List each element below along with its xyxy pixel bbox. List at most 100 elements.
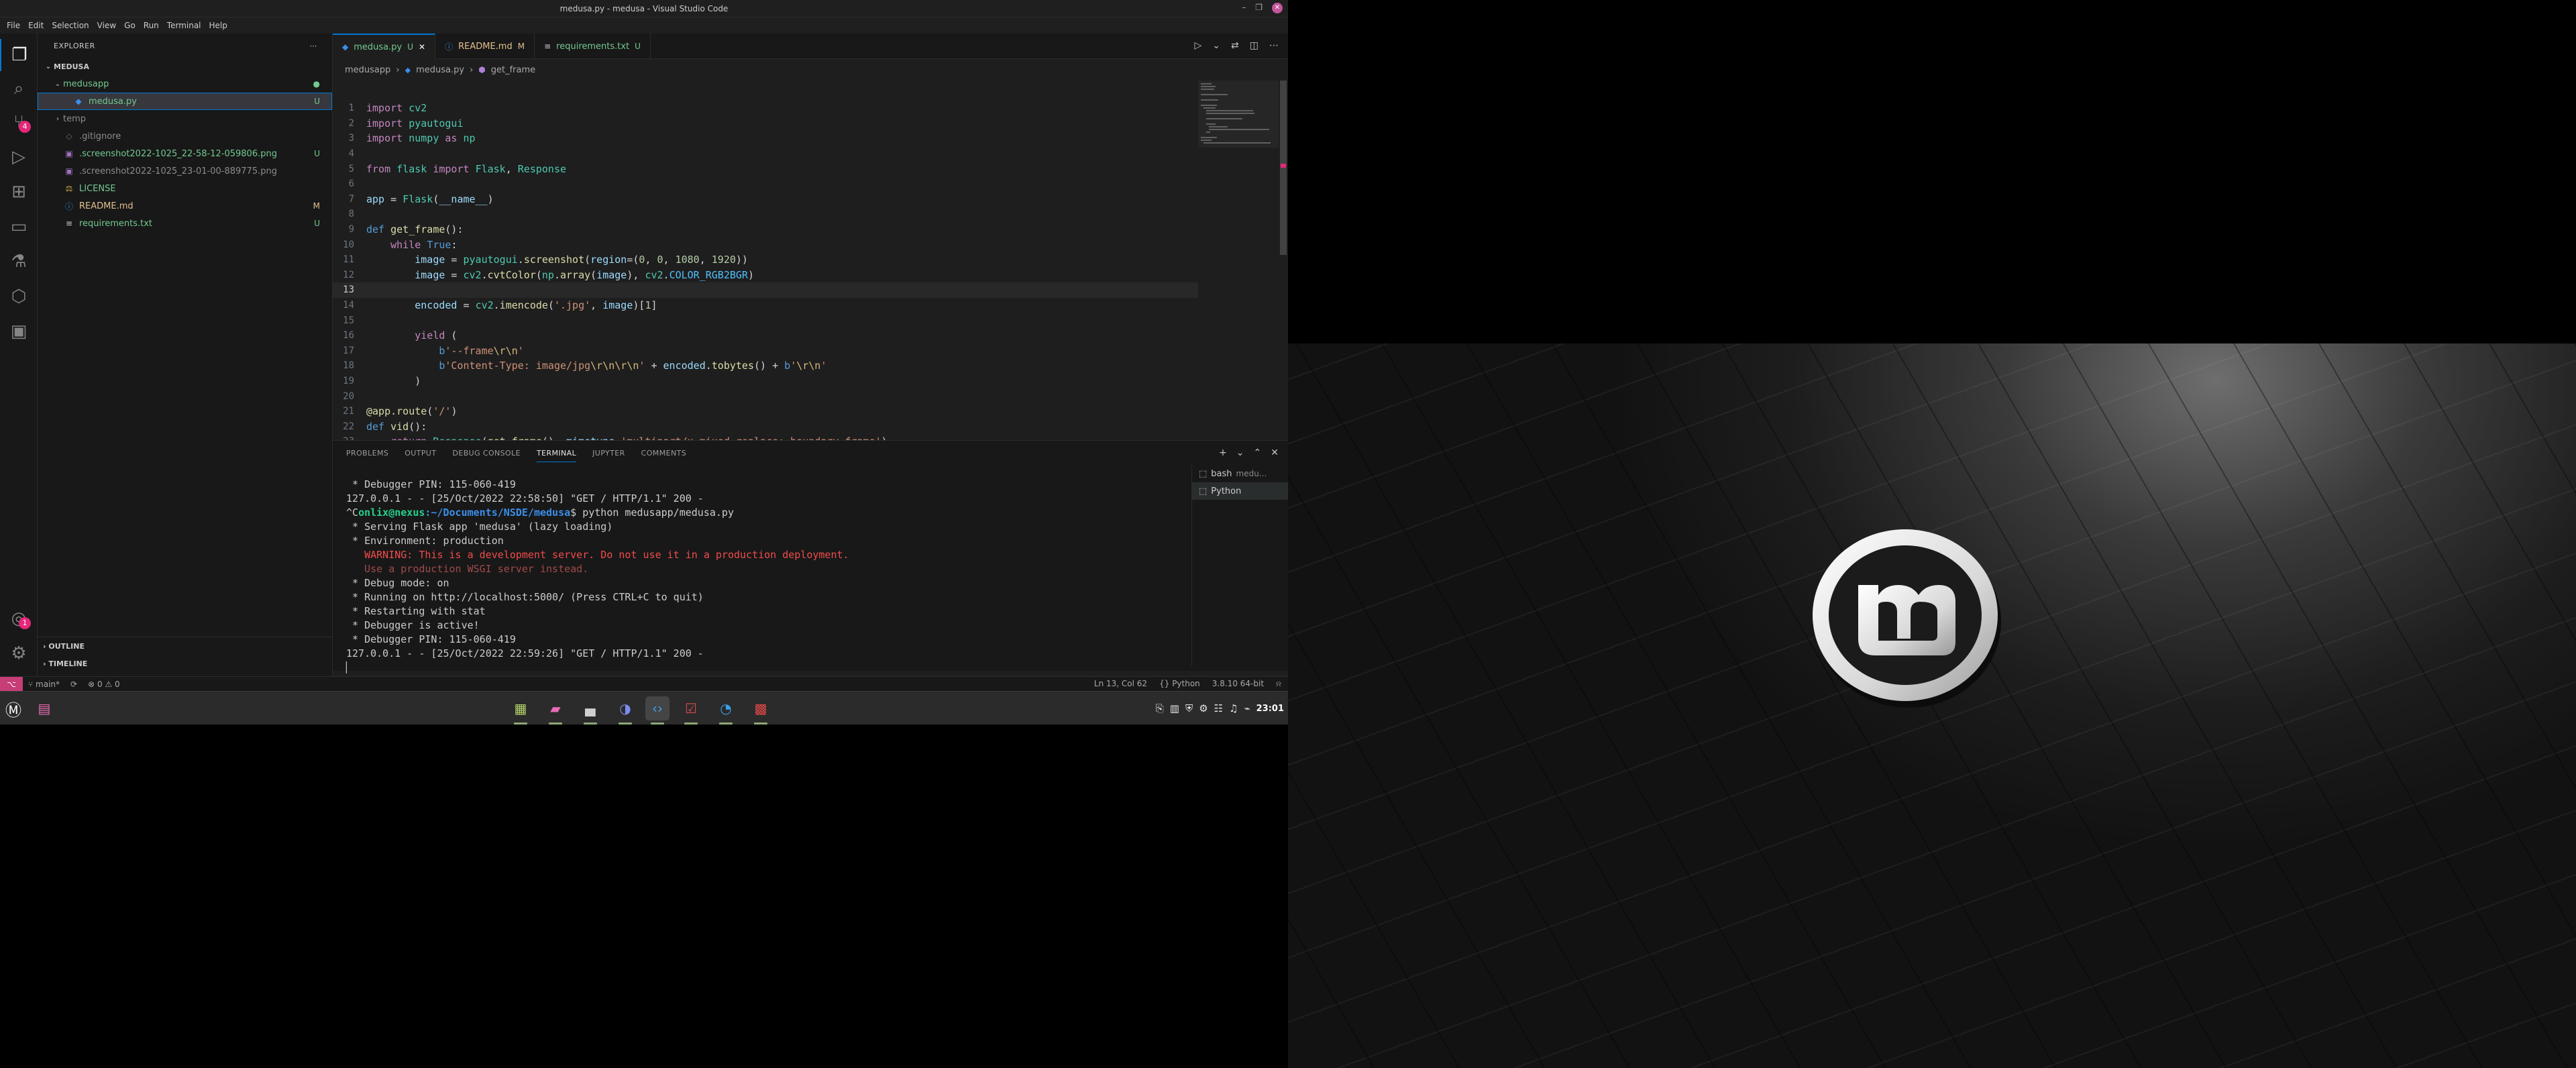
terminal-app-icon[interactable]: ▄ [578, 696, 602, 725]
close-icon[interactable]: ✕ [1272, 3, 1283, 13]
files-icon[interactable]: ▰ [543, 696, 568, 725]
settings-gear-icon[interactable]: ⚙ [0, 637, 38, 670]
code-line[interactable]: 18 b'Content-Type: image/jpg\r\n\r\n' + … [333, 358, 1198, 374]
browser-icon[interactable]: ◔ [714, 696, 738, 725]
language-mode[interactable]: {} Python [1159, 679, 1200, 689]
code-line[interactable]: 1 import cv2 [333, 101, 1198, 116]
menu-item-help[interactable]: Help [205, 21, 231, 30]
explorer-icon[interactable]: ❐ [0, 39, 38, 71]
menu-item-edit[interactable]: Edit [24, 21, 48, 30]
code-line[interactable]: 7 app = Flask(__name__) [333, 192, 1198, 207]
explorer-file[interactable]: ⓘ README.md M [38, 197, 332, 215]
source-control-icon[interactable]: ⑂ 4 [0, 106, 38, 138]
breadcrumb-item[interactable]: medusa.py [416, 65, 464, 75]
code-line[interactable]: 2 import pyautogui [333, 116, 1198, 131]
close-panel-icon[interactable]: ✕ [1271, 447, 1279, 458]
chevron-down-icon[interactable]: ⌄ [1236, 447, 1244, 458]
code-line[interactable]: 4 [333, 146, 1198, 162]
code-line[interactable]: 11 image = pyautogui.screenshot(region=(… [333, 252, 1198, 268]
panel-tab-problems[interactable]: PROBLEMS [346, 449, 388, 458]
todo-app-icon[interactable]: ☑ [679, 696, 703, 725]
run-python-icon[interactable]: ▷ [1195, 40, 1202, 51]
cursor-position[interactable]: Ln 13, Col 62 [1094, 679, 1147, 689]
minimize-icon[interactable]: – [1242, 3, 1246, 13]
timeline-section[interactable]: › TIMELINE [38, 655, 333, 672]
explorer-file[interactable]: ◆ medusa.py U [38, 93, 332, 110]
code-line[interactable]: 5 from flask import Flask, Response [333, 161, 1198, 176]
code-line[interactable]: 6 [333, 176, 1198, 192]
sync-status[interactable]: ⟳ [65, 680, 83, 689]
code-line[interactable]: 8 [333, 207, 1198, 222]
code-line[interactable]: 15 [333, 313, 1198, 328]
clock[interactable]: 23:01 [1256, 704, 1284, 714]
wifi-icon[interactable]: ☷ [1214, 702, 1223, 714]
code-line[interactable]: 17 b'--frame\r\n' [333, 343, 1198, 359]
explorer-file[interactable]: ≡ requirements.txt U [38, 215, 332, 232]
explorer-file[interactable]: ⚖ LICENSE [38, 180, 332, 197]
show-desktop-icon[interactable]: ▤ [32, 696, 56, 720]
tab-requirements-txt[interactable]: ≡ requirements.txt U [535, 34, 651, 59]
screenshot-tool-icon[interactable]: ▩ [749, 696, 773, 725]
explorer-folder[interactable]: ⌄ medusapp ● [38, 75, 332, 93]
open-changes-icon[interactable]: ⇄ [1231, 40, 1239, 51]
menu-item-go[interactable]: Go [120, 21, 140, 30]
code-line[interactable]: 23 return Response(get_frame(), mimetype… [333, 434, 1198, 440]
jupyter-icon[interactable]: ⬡ [0, 280, 38, 313]
terminal-instance[interactable]: ⬚ Python [1192, 482, 1288, 500]
menu-item-selection[interactable]: Selection [48, 21, 93, 30]
breadcrumb-item[interactable]: medusapp [345, 65, 390, 75]
tab-readme-md[interactable]: ⓘ README.md M [435, 34, 535, 59]
panel-tab-comments[interactable]: COMMENTS [641, 449, 686, 458]
terminal-instance[interactable]: ⬚ bash medu... [1192, 465, 1288, 482]
code-line[interactable]: 9 def get_frame(): [333, 222, 1198, 237]
scrollbar-thumb[interactable] [1280, 81, 1287, 255]
volume-icon[interactable]: ♫ [1229, 702, 1238, 714]
editor-scrollbar[interactable] [1279, 81, 1288, 440]
maximize-icon[interactable]: ❐ [1255, 3, 1263, 13]
accounts-icon[interactable]: ◎ 1 [0, 602, 38, 635]
split-editor-icon[interactable]: ◫ [1250, 40, 1258, 51]
code-editor[interactable]: 1 import cv2 2 import pyautogui 3 import nump… [333, 81, 1198, 440]
explorer-file[interactable]: ▣ .screenshot2022-1025_22-58-12-059806.pn… [38, 145, 332, 162]
run-debug-icon[interactable]: ▷ [0, 141, 38, 173]
panel-tab-jupyter[interactable]: JUPYTER [592, 449, 625, 458]
chevron-down-icon[interactable]: ⌄ [1212, 40, 1220, 51]
explorer-folder[interactable]: › temp [38, 110, 332, 127]
code-line[interactable]: 3 import numpy as np [333, 131, 1198, 146]
menu-item-view[interactable]: View [93, 21, 120, 30]
explorer-file[interactable]: ▣ .screenshot2022-1025_23-01-00-889775.pn… [38, 162, 332, 180]
testing-icon[interactable]: ⚗ [0, 246, 38, 278]
system-monitor-icon[interactable]: ▦ [508, 696, 533, 725]
clipboard-icon[interactable]: ⎘ [1156, 702, 1164, 714]
vscode-icon[interactable]: ‹› [645, 696, 669, 725]
explorer-file[interactable]: ◇ .gitignore [38, 127, 332, 145]
menu-mint-icon[interactable]: Ⓜ [1, 696, 25, 720]
code-line[interactable]: 13 [333, 282, 1198, 298]
docker-icon[interactable]: ▣ [0, 315, 38, 348]
notifications-bell-icon[interactable]: ⍾ [1276, 679, 1281, 689]
code-line[interactable]: 20 [333, 388, 1198, 404]
settings-tray-icon[interactable]: ⚙ [1199, 702, 1208, 714]
remote-indicator[interactable]: ⌥ [0, 676, 23, 692]
code-line[interactable]: 22 def vid(): [333, 419, 1198, 435]
code-line[interactable]: 19 ) [333, 374, 1198, 389]
more-actions-icon[interactable]: ⋯ [310, 42, 318, 50]
minimap[interactable] [1198, 81, 1279, 440]
git-branch[interactable]: ⑂ main* [23, 680, 65, 689]
close-tab-icon[interactable]: ✕ [419, 42, 425, 52]
problems-count[interactable]: ⊗ 0 ⚠ 0 [83, 680, 125, 689]
shield-icon[interactable]: ⛨ [1185, 702, 1193, 714]
panel-tab-output[interactable]: OUTPUT [405, 449, 436, 458]
new-terminal-icon[interactable]: + [1219, 447, 1227, 458]
breadcrumb-item[interactable]: get_frame [491, 65, 535, 75]
outline-section[interactable]: › OUTLINE [38, 637, 333, 655]
panel-tab-terminal[interactable]: TERMINAL [537, 449, 577, 462]
maximize-panel-icon[interactable]: ⌃ [1254, 447, 1262, 458]
code-line[interactable]: 10 while True: [333, 237, 1198, 252]
tab-medusa-py[interactable]: ◆ medusa.py U ✕ [333, 34, 436, 59]
remote-explorer-icon[interactable]: ▭ [0, 211, 38, 243]
menu-item-terminal[interactable]: Terminal [163, 21, 205, 30]
more-actions-icon[interactable]: ⋯ [1269, 40, 1279, 51]
menu-item-file[interactable]: File [3, 21, 24, 30]
code-line[interactable]: 12 image = cv2.cvtColor(np.array(image),… [333, 268, 1198, 283]
